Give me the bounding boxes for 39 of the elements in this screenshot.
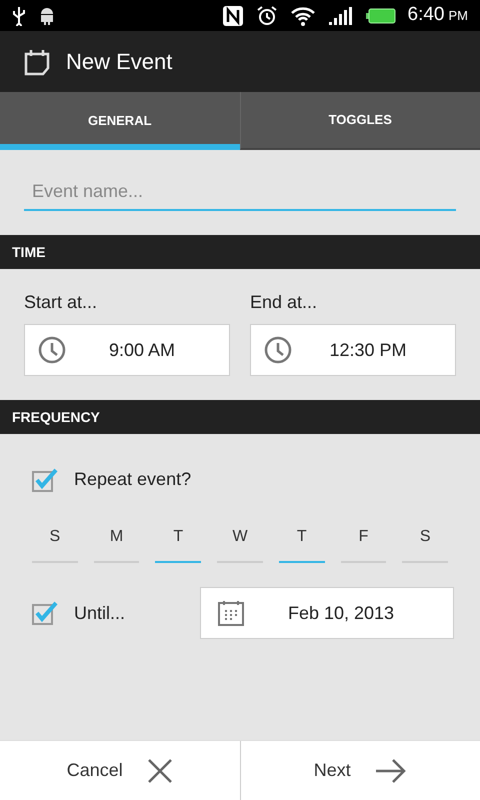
checkbox[interactable] (32, 600, 58, 626)
android-icon (38, 6, 56, 26)
end-time-button[interactable]: 12:30 PM (250, 324, 456, 376)
close-icon (146, 758, 173, 784)
clock-meridiem: PM (448, 7, 468, 26)
wifi-icon (290, 6, 316, 26)
section-header: TIME (12, 242, 46, 262)
day-toggle[interactable]: W (217, 525, 263, 563)
calendar-icon[interactable] (24, 48, 50, 76)
start-label: Start at... (24, 291, 98, 314)
usb-icon (12, 6, 26, 26)
cancel-button[interactable]: Cancel (0, 741, 240, 800)
until-label: Until... (74, 602, 126, 624)
signal-icon (328, 6, 354, 26)
day-toggle[interactable]: T (155, 525, 202, 563)
end-label: End at... (250, 291, 318, 314)
day-toggle[interactable]: S (402, 525, 448, 563)
clock-icon (37, 335, 67, 365)
next-button[interactable]: Next (240, 741, 480, 800)
checkbox[interactable] (32, 466, 58, 492)
date-button[interactable]: Feb 10, 2013 (200, 587, 454, 639)
day-toggle[interactable]: F (340, 525, 386, 563)
battery-icon (366, 8, 396, 24)
day-toggle[interactable]: T (278, 525, 325, 563)
tab[interactable]: TOGGLES (240, 92, 480, 150)
screen-title: New Event (66, 48, 172, 76)
clock-icon (263, 335, 293, 365)
clock-time: 6:40 (408, 3, 444, 28)
repeat-label: Repeat event? (74, 468, 192, 491)
event-name-field[interactable]: Event name... (24, 174, 456, 211)
nfc-icon (222, 4, 244, 26)
tab[interactable]: GENERAL (0, 92, 240, 150)
calendar-icon (217, 599, 245, 627)
arrow-right-icon (374, 758, 407, 784)
section-header: FREQUENCY (12, 408, 100, 427)
day-toggle[interactable]: M (94, 525, 140, 563)
day-toggle[interactable]: S (32, 525, 78, 563)
start-time-button[interactable]: 9:00 AM (24, 324, 230, 376)
alarm-icon (256, 4, 278, 26)
